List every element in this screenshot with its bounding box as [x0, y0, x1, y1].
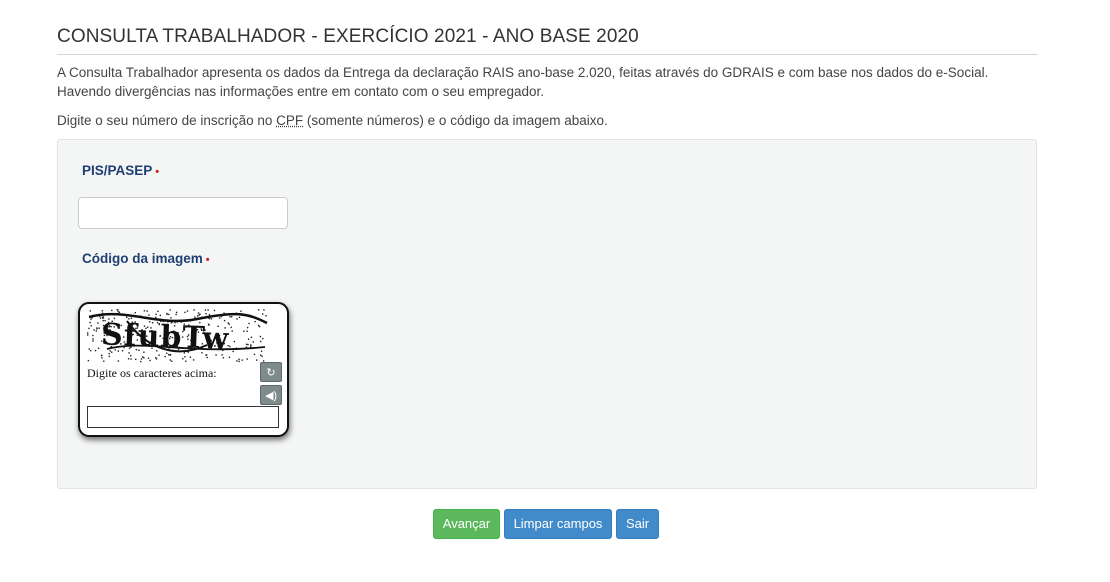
captcha-input[interactable] — [87, 406, 279, 428]
instruction-prefix: Digite o seu número de inscrição no — [57, 113, 277, 128]
intro-text: A Consulta Trabalhador apresenta os dado… — [57, 65, 989, 99]
pis-input[interactable] — [78, 197, 288, 229]
advance-button[interactable]: Avançar — [433, 509, 500, 539]
captcha-prompt: Digite os caracteres acima: — [87, 366, 217, 380]
clear-fields-button[interactable]: Limpar campos — [504, 509, 612, 539]
captcha-image: SfubTw — [87, 309, 269, 363]
cpf-abbr: CPF — [276, 113, 304, 128]
required-marker: • — [205, 254, 210, 266]
audio-icon[interactable]: ◀) — [260, 385, 282, 405]
captcha-label-text: Código da imagem — [82, 251, 203, 266]
instruction-text: Digite o seu número de inscrição no CPF … — [57, 111, 1042, 130]
captcha-widget: SfubTw Digite os caracteres acima: ↻ ◀) — [78, 302, 289, 437]
refresh-icon[interactable]: ↻ — [260, 362, 282, 382]
exit-button[interactable]: Sair — [616, 509, 659, 539]
pis-label: PIS/PASEP • — [82, 163, 159, 178]
pis-label-text: PIS/PASEP — [82, 163, 153, 178]
captcha-label: Código da imagem • — [82, 251, 210, 266]
form-panel: PIS/PASEP • Código da imagem • SfubTw Digi… — [57, 139, 1037, 489]
captcha-text: SfubTw — [100, 317, 230, 356]
instruction-suffix: (somente números) e o código da imagem a… — [303, 113, 608, 128]
page-title: CONSULTA TRABALHADOR - EXERCÍCIO 2021 - … — [57, 26, 1038, 55]
required-marker: • — [155, 166, 160, 178]
